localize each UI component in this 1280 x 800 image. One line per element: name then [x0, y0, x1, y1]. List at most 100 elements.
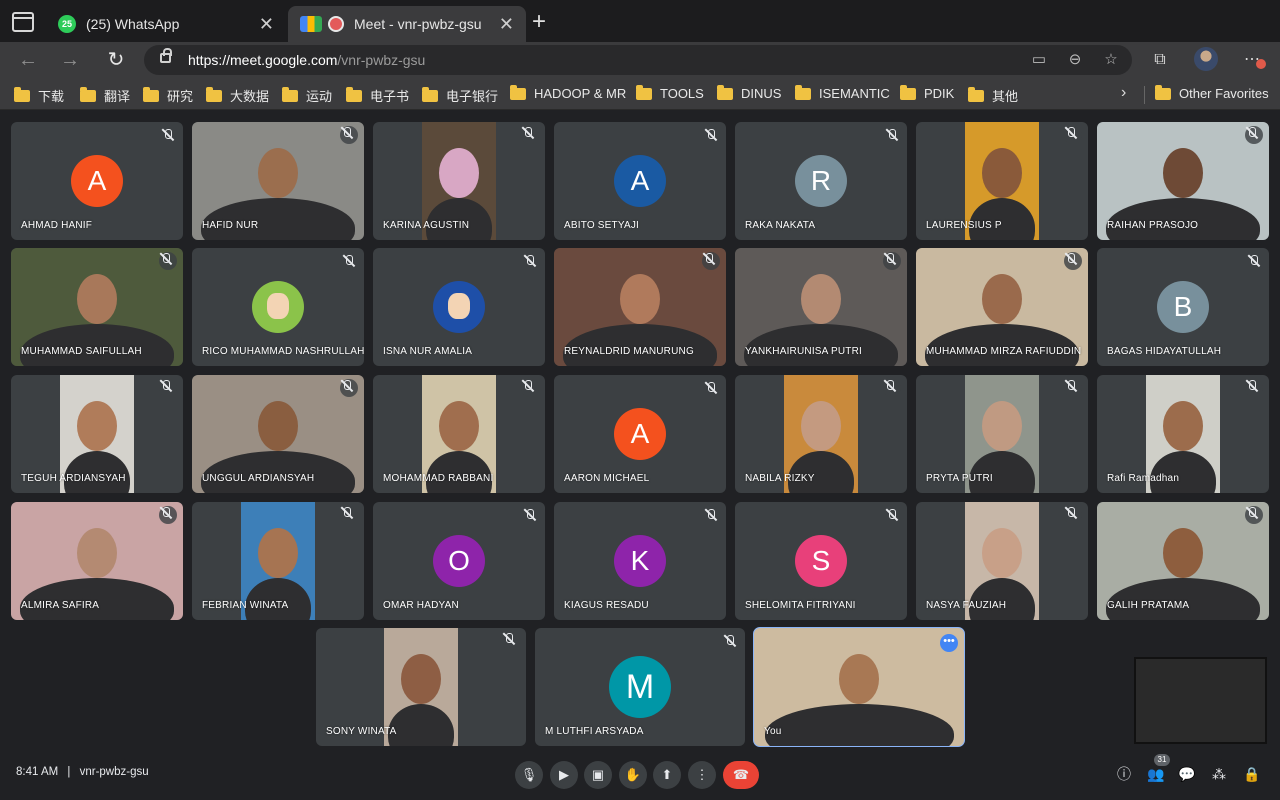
- person-silhouette: [425, 198, 493, 240]
- url-host: https://meet.google.com: [188, 52, 338, 68]
- person-head: [1163, 527, 1203, 578]
- participant-tile[interactable]: MUHAMMAD MIRZA RAFIUDDIN: [916, 248, 1088, 366]
- person-silhouette: [924, 324, 1080, 366]
- participant-tile[interactable]: A AHMAD HANIF: [11, 122, 183, 240]
- participant-avatar: M: [609, 656, 671, 718]
- bookmark-folder[interactable]: HADOOP & MR: [510, 84, 627, 101]
- participant-tile[interactable]: A ABITO SETYAJI: [554, 122, 726, 240]
- bookmark-folder[interactable]: 电子书: [346, 86, 409, 105]
- meeting-separator: |: [67, 766, 71, 778]
- participant-tile[interactable]: SONY WINATA: [316, 628, 526, 746]
- participant-tile[interactable]: PRYTA PUTRI: [916, 375, 1088, 493]
- other-favorites[interactable]: Other Favorites: [1155, 84, 1269, 101]
- tile-options-icon[interactable]: •••: [940, 634, 958, 652]
- bookmark-folder[interactable]: 其他: [968, 86, 1018, 105]
- tab-actions-icon[interactable]: [12, 12, 34, 32]
- person-silhouette: [425, 451, 493, 493]
- bookmark-folder[interactable]: 翻译: [80, 86, 130, 105]
- info-icon[interactable]: ⓘ: [1113, 763, 1135, 785]
- chevron-right-icon[interactable]: ›: [1121, 84, 1126, 102]
- url-text[interactable]: https://meet.google.com/vnr-pwbz-gsu: [188, 52, 425, 68]
- camera-button[interactable]: ▶: [550, 761, 578, 789]
- participant-tile[interactable]: TEGUH ARDIANSYAH: [11, 375, 183, 493]
- reload-icon[interactable]: ↻: [104, 48, 128, 72]
- add-favorite-icon[interactable]: ☆: [1102, 51, 1120, 69]
- close-tab-icon[interactable]: ✕: [499, 15, 514, 33]
- participant-tile[interactable]: REYNALDRID MANURUNG: [554, 248, 726, 366]
- forward-arrow-icon[interactable]: →: [58, 48, 82, 72]
- lock-icon[interactable]: [160, 48, 172, 63]
- participant-tile[interactable]: RICO MUHAMMAD NASHRULLAH: [192, 248, 364, 366]
- captions-button[interactable]: ▣: [584, 761, 612, 789]
- profile-avatar[interactable]: [1194, 47, 1218, 71]
- bookmark-folder[interactable]: ISEMANTIC: [795, 84, 890, 101]
- participant-name: TEGUH ARDIANSYAH: [21, 473, 126, 484]
- participant-tile[interactable]: ••• You: [753, 627, 965, 747]
- self-preview-thumbnail[interactable]: [1134, 657, 1267, 744]
- new-tab-icon[interactable]: +: [532, 10, 546, 34]
- host-controls-icon[interactable]: 🔒: [1241, 763, 1263, 785]
- bookmark-folder[interactable]: DINUS: [717, 84, 781, 101]
- participant-tile[interactable]: YANKHAIRUNISA PUTRI: [735, 248, 907, 366]
- participant-avatar: A: [614, 155, 666, 207]
- participant-tile[interactable]: A AARON MICHAEL: [554, 375, 726, 493]
- bookmark-folder[interactable]: 下载: [14, 86, 64, 105]
- person-head: [258, 147, 298, 198]
- person-silhouette: [1105, 198, 1261, 240]
- participant-tile[interactable]: Rafi Ramadhan: [1097, 375, 1269, 493]
- end-call-button[interactable]: ☎: [723, 761, 759, 789]
- microphone-button[interactable]: 🎙: [515, 761, 543, 789]
- participant-tile[interactable]: K KIAGUS RESADU: [554, 502, 726, 620]
- person-silhouette: [200, 198, 356, 240]
- participant-tile[interactable]: FEBRIAN WINATA: [192, 502, 364, 620]
- end-call-icon: ☎: [732, 767, 750, 782]
- participant-tile[interactable]: R RAKA NAKATA: [735, 122, 907, 240]
- participant-tile[interactable]: LAURENSIUS P: [916, 122, 1088, 240]
- participant-tile[interactable]: GALIH PRATAMA: [1097, 502, 1269, 620]
- participant-tile[interactable]: UNGGUL ARDIANSYAH: [192, 375, 364, 493]
- participant-tile[interactable]: RAIHAN PRASOJO: [1097, 122, 1269, 240]
- bookmark-folder[interactable]: PDIK: [900, 84, 954, 101]
- bookmark-label: HADOOP & MR: [534, 86, 627, 101]
- tab-meet[interactable]: Meet - vnr-pwbz-gsu ✕: [288, 6, 526, 42]
- bookmark-folder[interactable]: 电子银行: [422, 86, 498, 105]
- activities-icon[interactable]: ⁂: [1208, 763, 1230, 785]
- bookmark-folder[interactable]: 大数据: [206, 86, 269, 105]
- person-silhouette: [200, 451, 356, 493]
- participant-tile[interactable]: B BAGAS HIDAYATULLAH: [1097, 248, 1269, 366]
- bookmark-folder[interactable]: 运动: [282, 86, 332, 105]
- participants-count-badge: 31: [1154, 754, 1170, 766]
- chat-icon[interactable]: 💬: [1176, 763, 1198, 785]
- present-button[interactable]: ⬆: [653, 761, 681, 789]
- tab-whatsapp[interactable]: 25 (25) WhatsApp ✕: [46, 6, 286, 42]
- bookmark-label: 电子书: [370, 89, 410, 104]
- participant-tile[interactable]: HAFID NUR: [192, 122, 364, 240]
- participant-tile[interactable]: MUHAMMAD SAIFULLAH: [11, 248, 183, 366]
- bookmark-folder[interactable]: TOOLS: [636, 84, 704, 101]
- person-head: [982, 527, 1022, 578]
- participant-tile[interactable]: ISNA NUR AMALIA: [373, 248, 545, 366]
- address-bar[interactable]: https://meet.google.com/vnr-pwbz-gsu ▭ ⊖…: [144, 45, 1132, 75]
- bookmark-folder[interactable]: 研究: [143, 86, 193, 105]
- collections-icon[interactable]: ⧉: [1150, 50, 1170, 70]
- participant-tile[interactable]: ALMIRA SAFIRA: [11, 502, 183, 620]
- person-head: [982, 147, 1022, 198]
- google-meet-icon: [300, 16, 322, 32]
- raise-hand-button[interactable]: ✋: [619, 761, 647, 789]
- back-arrow-icon[interactable]: ←: [16, 48, 40, 72]
- more-options-button[interactable]: ⋮: [688, 761, 716, 789]
- participant-tile[interactable]: S SHELOMITA FITRIYANI: [735, 502, 907, 620]
- close-tab-icon[interactable]: ✕: [259, 15, 274, 33]
- participant-tile[interactable]: M M LUTHFI ARSYADA: [535, 628, 745, 746]
- camera-permission-icon[interactable]: ▭: [1030, 51, 1048, 69]
- person-silhouette: [1105, 578, 1261, 620]
- folder-icon: [510, 84, 526, 100]
- zoom-icon[interactable]: ⊖: [1066, 51, 1084, 69]
- meeting-time: 8:41 AM: [16, 766, 59, 778]
- participant-tile[interactable]: KARINA AGUSTIN: [373, 122, 545, 240]
- people-icon[interactable]: 👥: [1145, 763, 1167, 785]
- participant-tile[interactable]: O OMAR HADYAN: [373, 502, 545, 620]
- participant-tile[interactable]: NASYA FAUZIAH: [916, 502, 1088, 620]
- participant-tile[interactable]: MOHAMMAD RABBANI: [373, 375, 545, 493]
- participant-tile[interactable]: NABILA RIZKY: [735, 375, 907, 493]
